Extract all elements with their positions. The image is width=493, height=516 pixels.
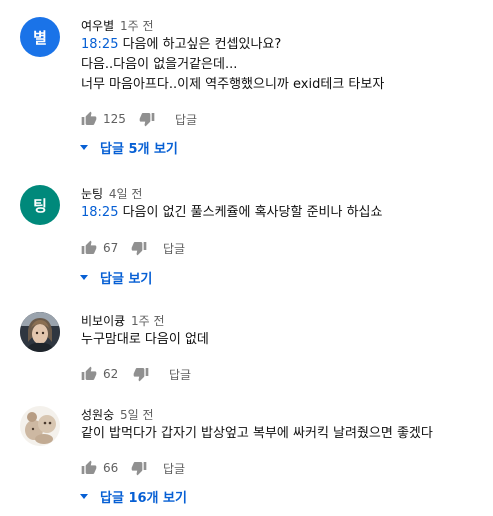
caret-down-icon [80, 493, 88, 499]
thumbs-down-icon [131, 462, 147, 476]
comment-time[interactable]: 1주 전 [131, 314, 165, 328]
like-count: 62 [103, 367, 119, 381]
avatar[interactable]: 팅 [20, 185, 60, 225]
author-name[interactable]: 성원숭 [81, 408, 114, 422]
author-name[interactable]: 비보이큥 [81, 314, 125, 328]
comment-body: 여우별 1주 전 18:25 다음에 하고싶은 컨셉있나요? 다음..다음이 없… [80, 17, 486, 157]
comment-actions: 66 답글 [81, 457, 486, 479]
avatar[interactable] [20, 312, 60, 352]
view-replies-label: 답글 보기 [100, 271, 153, 287]
comment-text-first: 같이 밥먹다가 갑자기 밥상엎고 복부에 싸커킥 날려줬으면 좋겠다 [81, 426, 433, 441]
view-replies-button[interactable]: 답글 16개 보기 [80, 487, 486, 506]
reply-button[interactable]: 답글 [175, 111, 197, 128]
dislike-button[interactable] [139, 111, 155, 127]
timestamp-link[interactable]: 18:25 [81, 37, 118, 52]
thumbs-up-icon [81, 240, 97, 254]
profile-photo-icon [20, 406, 60, 446]
author-name[interactable]: 눈팅 [81, 187, 103, 201]
comment-actions: 67 답글 [81, 237, 486, 259]
comment-time[interactable]: 1주 전 [120, 19, 154, 33]
comment-body: 비보이큥 1주 전 누구맘대로 다음이 없데 62 답글 [81, 312, 486, 385]
comment-text-rest: 다음..다음이 없을거같은데... 너무 마음아프다..이제 역주행했으니까 e… [81, 57, 385, 92]
timestamp-link[interactable]: 18:25 [81, 205, 118, 220]
reply-button[interactable]: 답글 [163, 240, 185, 257]
reply-button[interactable]: 답글 [163, 460, 185, 477]
like-button[interactable] [81, 111, 97, 127]
like-count: 125 [103, 112, 126, 126]
thumbs-up-icon [81, 460, 97, 474]
comment-time[interactable]: 4일 전 [109, 187, 143, 201]
avatar-letter: 팅 [33, 196, 47, 215]
view-replies-label: 답글 16개 보기 [100, 490, 187, 506]
caret-down-icon [80, 144, 88, 150]
like-button[interactable] [81, 240, 97, 256]
like-button[interactable] [81, 460, 97, 476]
avatar-letter: 별 [33, 28, 47, 47]
view-replies-label: 답글 5개 보기 [100, 141, 178, 157]
dislike-button[interactable] [133, 366, 149, 382]
comment-meta: 성원숭 5일 전 [81, 407, 486, 423]
comment-text: 18:25 다음에 하고싶은 컨셉있나요? 다음..다음이 없을거같은데... … [81, 35, 486, 95]
like-count: 66 [103, 461, 119, 475]
comment-actions: 125 답글 [81, 108, 486, 130]
comment-time[interactable]: 5일 전 [120, 408, 154, 422]
dislike-button[interactable] [131, 240, 147, 256]
caret-down-icon [80, 274, 88, 280]
thumbs-down-icon [139, 113, 155, 127]
profile-photo-icon [20, 312, 60, 352]
comment-text: 누구맘대로 다음이 없데 [81, 330, 486, 350]
comment-text: 같이 밥먹다가 갑자기 밥상엎고 복부에 싸커킥 날려줬으면 좋겠다 [81, 424, 486, 444]
thumbs-down-icon [131, 242, 147, 256]
comment-actions: 62 답글 [81, 363, 486, 385]
comment-meta: 눈팅 4일 전 [81, 186, 486, 202]
view-replies-button[interactable]: 답글 5개 보기 [80, 138, 486, 157]
comment-text-first: 누구맘대로 다음이 없데 [81, 332, 209, 347]
thumbs-up-icon [81, 366, 97, 380]
thumbs-down-icon [133, 368, 149, 382]
comment-text-first: 다음이 없긴 풀스케쥴에 혹사당할 준비나 하십쇼 [118, 205, 383, 220]
like-count: 67 [103, 241, 119, 255]
comment-body: 눈팅 4일 전 18:25 다음이 없긴 풀스케쥴에 혹사당할 준비나 하십쇼 … [80, 185, 486, 287]
author-name[interactable]: 여우별 [81, 19, 114, 33]
comment-body: 성원숭 5일 전 같이 밥먹다가 갑자기 밥상엎고 복부에 싸커킥 날려줬으면 … [80, 406, 486, 506]
comment-meta: 여우별 1주 전 [81, 18, 486, 34]
view-replies-button[interactable]: 답글 보기 [80, 268, 486, 287]
reply-button[interactable]: 답글 [169, 366, 191, 383]
like-button[interactable] [81, 366, 97, 382]
thumbs-up-icon [81, 111, 97, 125]
comment-text-first: 다음에 하고싶은 컨셉있나요? [118, 37, 282, 52]
dislike-button[interactable] [131, 460, 147, 476]
comment-meta: 비보이큥 1주 전 [81, 313, 486, 329]
avatar[interactable]: 별 [20, 17, 60, 57]
comment-text: 18:25 다음이 없긴 풀스케쥴에 혹사당할 준비나 하십쇼 [81, 203, 486, 223]
avatar[interactable] [20, 406, 60, 446]
